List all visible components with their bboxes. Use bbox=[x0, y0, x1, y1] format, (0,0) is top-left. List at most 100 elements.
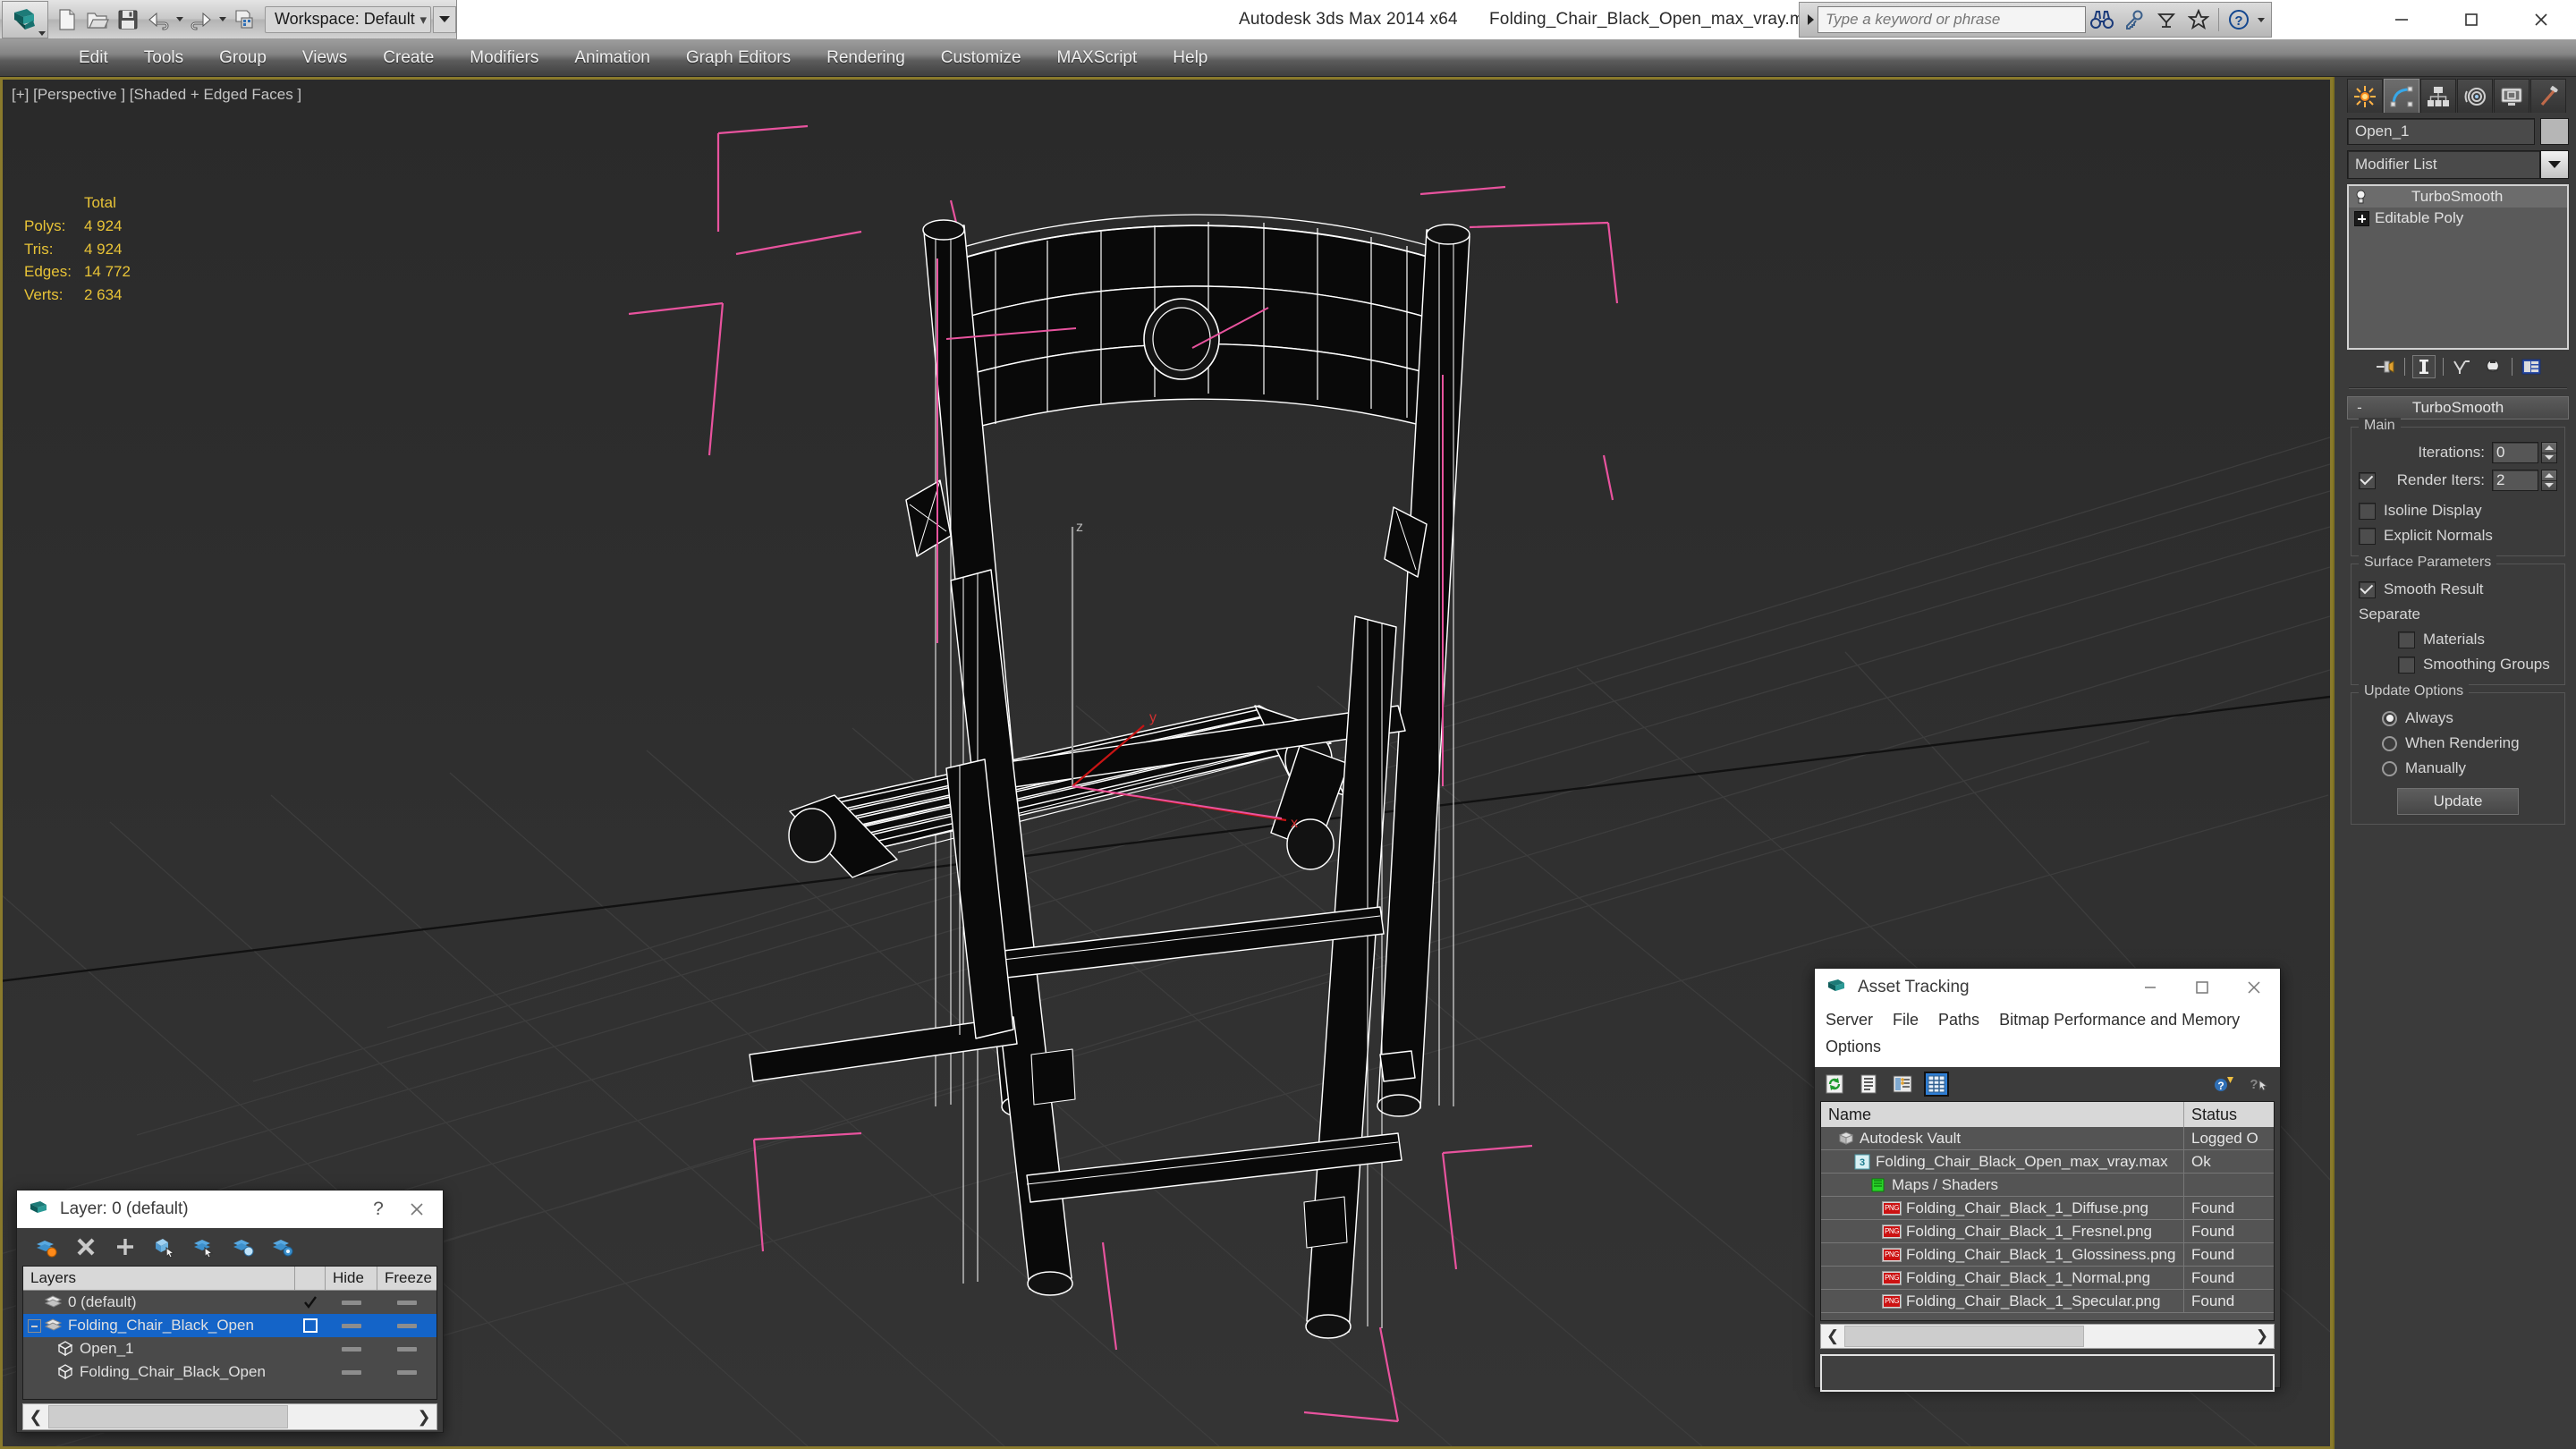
add-layer-icon[interactable] bbox=[112, 1233, 139, 1260]
layer-row-folding-chair[interactable]: Folding_Chair_Black_Open bbox=[23, 1314, 436, 1337]
new-file-icon[interactable] bbox=[52, 4, 82, 35]
satellite-dish-icon[interactable] bbox=[2150, 4, 2182, 35]
update-button[interactable]: Update bbox=[2397, 788, 2519, 815]
at-menu-file[interactable]: File bbox=[1893, 1006, 1919, 1033]
scroll-right-icon[interactable]: ❯ bbox=[411, 1404, 436, 1429]
detail-view-icon[interactable] bbox=[1890, 1072, 1915, 1097]
asset-horizontal-scrollbar[interactable]: ❮ ❯ bbox=[1820, 1324, 2275, 1349]
when-rendering-radio[interactable] bbox=[2382, 735, 2397, 751]
column-header-name[interactable]: Name bbox=[1821, 1102, 2184, 1127]
hide-toggle[interactable] bbox=[326, 1369, 377, 1375]
create-new-layer-icon[interactable] bbox=[33, 1233, 60, 1260]
layer-row-folding-chair-object[interactable]: Folding_Chair_Black_Open bbox=[23, 1360, 436, 1384]
hide-toggle[interactable] bbox=[326, 1300, 377, 1305]
column-header-hide[interactable]: Hide bbox=[326, 1267, 377, 1290]
delete-layer-icon[interactable] bbox=[72, 1233, 99, 1260]
manually-radio[interactable] bbox=[2382, 760, 2397, 776]
configure-modifier-sets-icon[interactable] bbox=[2520, 355, 2543, 378]
explicit-normals-checkbox[interactable] bbox=[2359, 527, 2376, 545]
collapse-minus-icon[interactable] bbox=[28, 1318, 41, 1333]
turbosmooth-rollout-header[interactable]: - TurboSmooth bbox=[2347, 396, 2569, 419]
minimize-icon[interactable] bbox=[2367, 0, 2436, 39]
menu-item-graph-editors[interactable]: Graph Editors bbox=[668, 39, 809, 77]
save-file-icon[interactable] bbox=[113, 4, 143, 35]
freeze-toggle[interactable] bbox=[377, 1300, 436, 1305]
asset-row-max-file[interactable]: 3 Folding_Chair_Black_Open_max_vray.max … bbox=[1821, 1150, 2274, 1174]
asset-row-normal[interactable]: Folding_Chair_Black_1_Normal.png Found bbox=[1821, 1267, 2274, 1290]
smooth-result-checkbox[interactable] bbox=[2359, 580, 2376, 598]
hierarchy-tab[interactable] bbox=[2420, 79, 2456, 113]
at-menu-options[interactable]: Options bbox=[1826, 1033, 1881, 1060]
remove-modifier-icon[interactable] bbox=[2481, 355, 2504, 378]
binoculars-icon[interactable] bbox=[2086, 4, 2118, 35]
asset-row-glossiness[interactable]: Folding_Chair_Black_1_Glossiness.png Fou… bbox=[1821, 1243, 2274, 1267]
hide-toggle[interactable] bbox=[326, 1346, 377, 1352]
search-expand-icon[interactable] bbox=[1803, 4, 1818, 35]
help-icon[interactable]: ? bbox=[360, 1191, 396, 1227]
menu-item-tools[interactable]: Tools bbox=[126, 39, 201, 77]
object-name-field[interactable]: Open_1 bbox=[2347, 118, 2535, 145]
chevron-down-icon[interactable] bbox=[2540, 150, 2569, 179]
help-new-icon[interactable]: ? bbox=[2212, 1072, 2237, 1097]
scroll-left-icon[interactable]: ❮ bbox=[23, 1404, 48, 1429]
scroll-left-icon[interactable]: ❮ bbox=[1821, 1325, 1844, 1348]
help-circle-icon[interactable]: ? bbox=[2223, 4, 2255, 35]
star-icon[interactable] bbox=[2182, 4, 2215, 35]
refresh-icon[interactable] bbox=[1822, 1072, 1847, 1097]
smoothing-groups-checkbox[interactable] bbox=[2398, 656, 2415, 674]
asset-row-specular[interactable]: Folding_Chair_Black_1_Specular.png Found bbox=[1821, 1290, 2274, 1313]
modifier-list-dropdown[interactable]: Modifier List bbox=[2347, 150, 2540, 179]
open-file-icon[interactable] bbox=[82, 4, 113, 35]
create-tab[interactable] bbox=[2347, 79, 2383, 113]
at-menu-paths[interactable]: Paths bbox=[1938, 1006, 1979, 1033]
column-header-layers[interactable]: Layers bbox=[23, 1267, 295, 1290]
make-unique-icon[interactable] bbox=[2451, 355, 2474, 378]
close-icon[interactable] bbox=[2228, 970, 2280, 1005]
asset-row-fresnel[interactable]: Folding_Chair_Black_1_Fresnel.png Found bbox=[1821, 1220, 2274, 1243]
update-option-manually[interactable]: Manually bbox=[2359, 756, 2557, 781]
key-icon[interactable] bbox=[2118, 4, 2150, 35]
project-folder-icon[interactable] bbox=[229, 4, 259, 35]
render-iters-spinner[interactable] bbox=[2541, 470, 2557, 491]
render-iters-field[interactable]: 2 bbox=[2492, 470, 2538, 491]
object-color-swatch[interactable] bbox=[2540, 118, 2569, 145]
help-dropdown-caret[interactable] bbox=[2255, 4, 2267, 35]
scroll-thumb[interactable] bbox=[1844, 1326, 2084, 1347]
menu-item-maxscript[interactable]: MAXScript bbox=[1039, 39, 1156, 77]
iterations-spinner[interactable] bbox=[2541, 442, 2557, 463]
motion-tab[interactable] bbox=[2457, 79, 2493, 113]
workspace-dropdown-icon[interactable] bbox=[433, 5, 456, 33]
asset-row-maps-shaders[interactable]: Maps / Shaders bbox=[1821, 1174, 2274, 1197]
at-menu-bitmap-performance[interactable]: Bitmap Performance and Memory bbox=[1999, 1006, 2240, 1033]
redo-icon[interactable] bbox=[186, 4, 216, 35]
maximize-icon[interactable] bbox=[2176, 970, 2228, 1005]
scroll-thumb[interactable] bbox=[48, 1405, 288, 1428]
asset-row-diffuse[interactable]: Folding_Chair_Black_1_Diffuse.png Found bbox=[1821, 1197, 2274, 1220]
asset-tracking-dialog[interactable]: Asset Tracking Server File Paths Bitmap … bbox=[1814, 968, 2281, 1392]
freeze-toggle[interactable] bbox=[377, 1369, 436, 1375]
column-header-status[interactable]: Status bbox=[2184, 1102, 2274, 1127]
close-icon[interactable] bbox=[2506, 0, 2576, 39]
search-input[interactable] bbox=[1818, 6, 2086, 33]
column-header-current[interactable] bbox=[295, 1267, 326, 1290]
redo-dropdown-caret[interactable] bbox=[216, 4, 229, 35]
column-header-freeze[interactable]: Freeze bbox=[377, 1267, 436, 1290]
scroll-right-icon[interactable]: ❯ bbox=[2250, 1325, 2274, 1348]
materials-checkbox[interactable] bbox=[2398, 631, 2415, 648]
isoline-display-checkbox[interactable] bbox=[2359, 502, 2376, 520]
undo-icon[interactable] bbox=[143, 4, 174, 35]
maximize-icon[interactable] bbox=[2436, 0, 2506, 39]
select-objects-in-layer-icon[interactable] bbox=[151, 1233, 178, 1260]
pin-stack-icon[interactable] bbox=[2374, 355, 2397, 378]
current-layer-check[interactable] bbox=[295, 1318, 326, 1333]
menu-item-edit[interactable]: Edit bbox=[61, 39, 126, 77]
menu-item-group[interactable]: Group bbox=[201, 39, 284, 77]
iterations-field[interactable]: 0 bbox=[2492, 442, 2538, 463]
menu-item-animation[interactable]: Animation bbox=[556, 39, 668, 77]
scroll-track[interactable] bbox=[48, 1405, 411, 1428]
layer-dialog[interactable]: Layer: 0 (default) ? Layers Hide Freeze … bbox=[16, 1190, 444, 1433]
select-highlighted-layer-icon[interactable] bbox=[191, 1233, 217, 1260]
menu-item-create[interactable]: Create bbox=[365, 39, 452, 77]
close-icon[interactable] bbox=[396, 1191, 437, 1227]
modifier-stack[interactable]: TurboSmooth Editable Poly bbox=[2347, 184, 2569, 350]
